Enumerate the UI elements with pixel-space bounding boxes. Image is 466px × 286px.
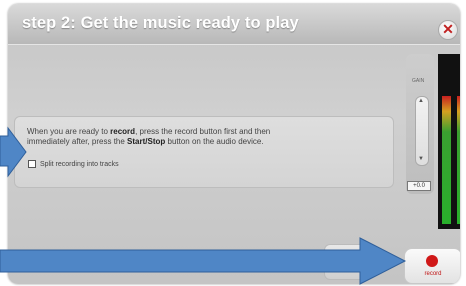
- level-meter-left: [442, 96, 451, 224]
- level-meter: [438, 54, 460, 229]
- instruction-line2-bold: Start/Stop: [127, 137, 166, 146]
- gain-value[interactable]: +0.0: [407, 181, 431, 191]
- instruction-line1-bold: record: [110, 127, 136, 136]
- record-label: record: [424, 271, 442, 277]
- close-icon[interactable]: ✕: [438, 20, 458, 40]
- title-bar: step 2: Get the music ready to play ✕: [8, 4, 460, 45]
- dialog-title: step 2: Get the music ready to play: [22, 14, 299, 32]
- instruction-line2-post: button on the audio device.: [165, 137, 264, 146]
- chevron-up-icon[interactable]: ▲: [418, 98, 424, 104]
- record-button[interactable]: record: [404, 248, 460, 284]
- gain-label: GAIN: [412, 78, 425, 84]
- secondary-button[interactable]: [324, 244, 372, 280]
- split-recording-label: Split recording into tracks: [40, 160, 119, 168]
- instruction-text: When you are ready to record, press the …: [27, 127, 387, 147]
- split-recording-option[interactable]: Split recording into tracks: [28, 160, 119, 168]
- split-recording-checkbox[interactable]: [28, 160, 36, 168]
- instruction-line1-post: , press the record button first and then: [135, 127, 271, 136]
- instruction-panel: When you are ready to record, press the …: [14, 116, 394, 188]
- chevron-down-icon[interactable]: ▼: [418, 156, 424, 162]
- instruction-line2-pre: immediately after, press the: [27, 137, 128, 146]
- dialog-window: step 2: Get the music ready to play ✕ Wh…: [8, 4, 460, 284]
- level-meter-right: [457, 96, 460, 224]
- instruction-line1-pre: When you are ready to: [27, 127, 111, 136]
- record-icon: [426, 255, 438, 267]
